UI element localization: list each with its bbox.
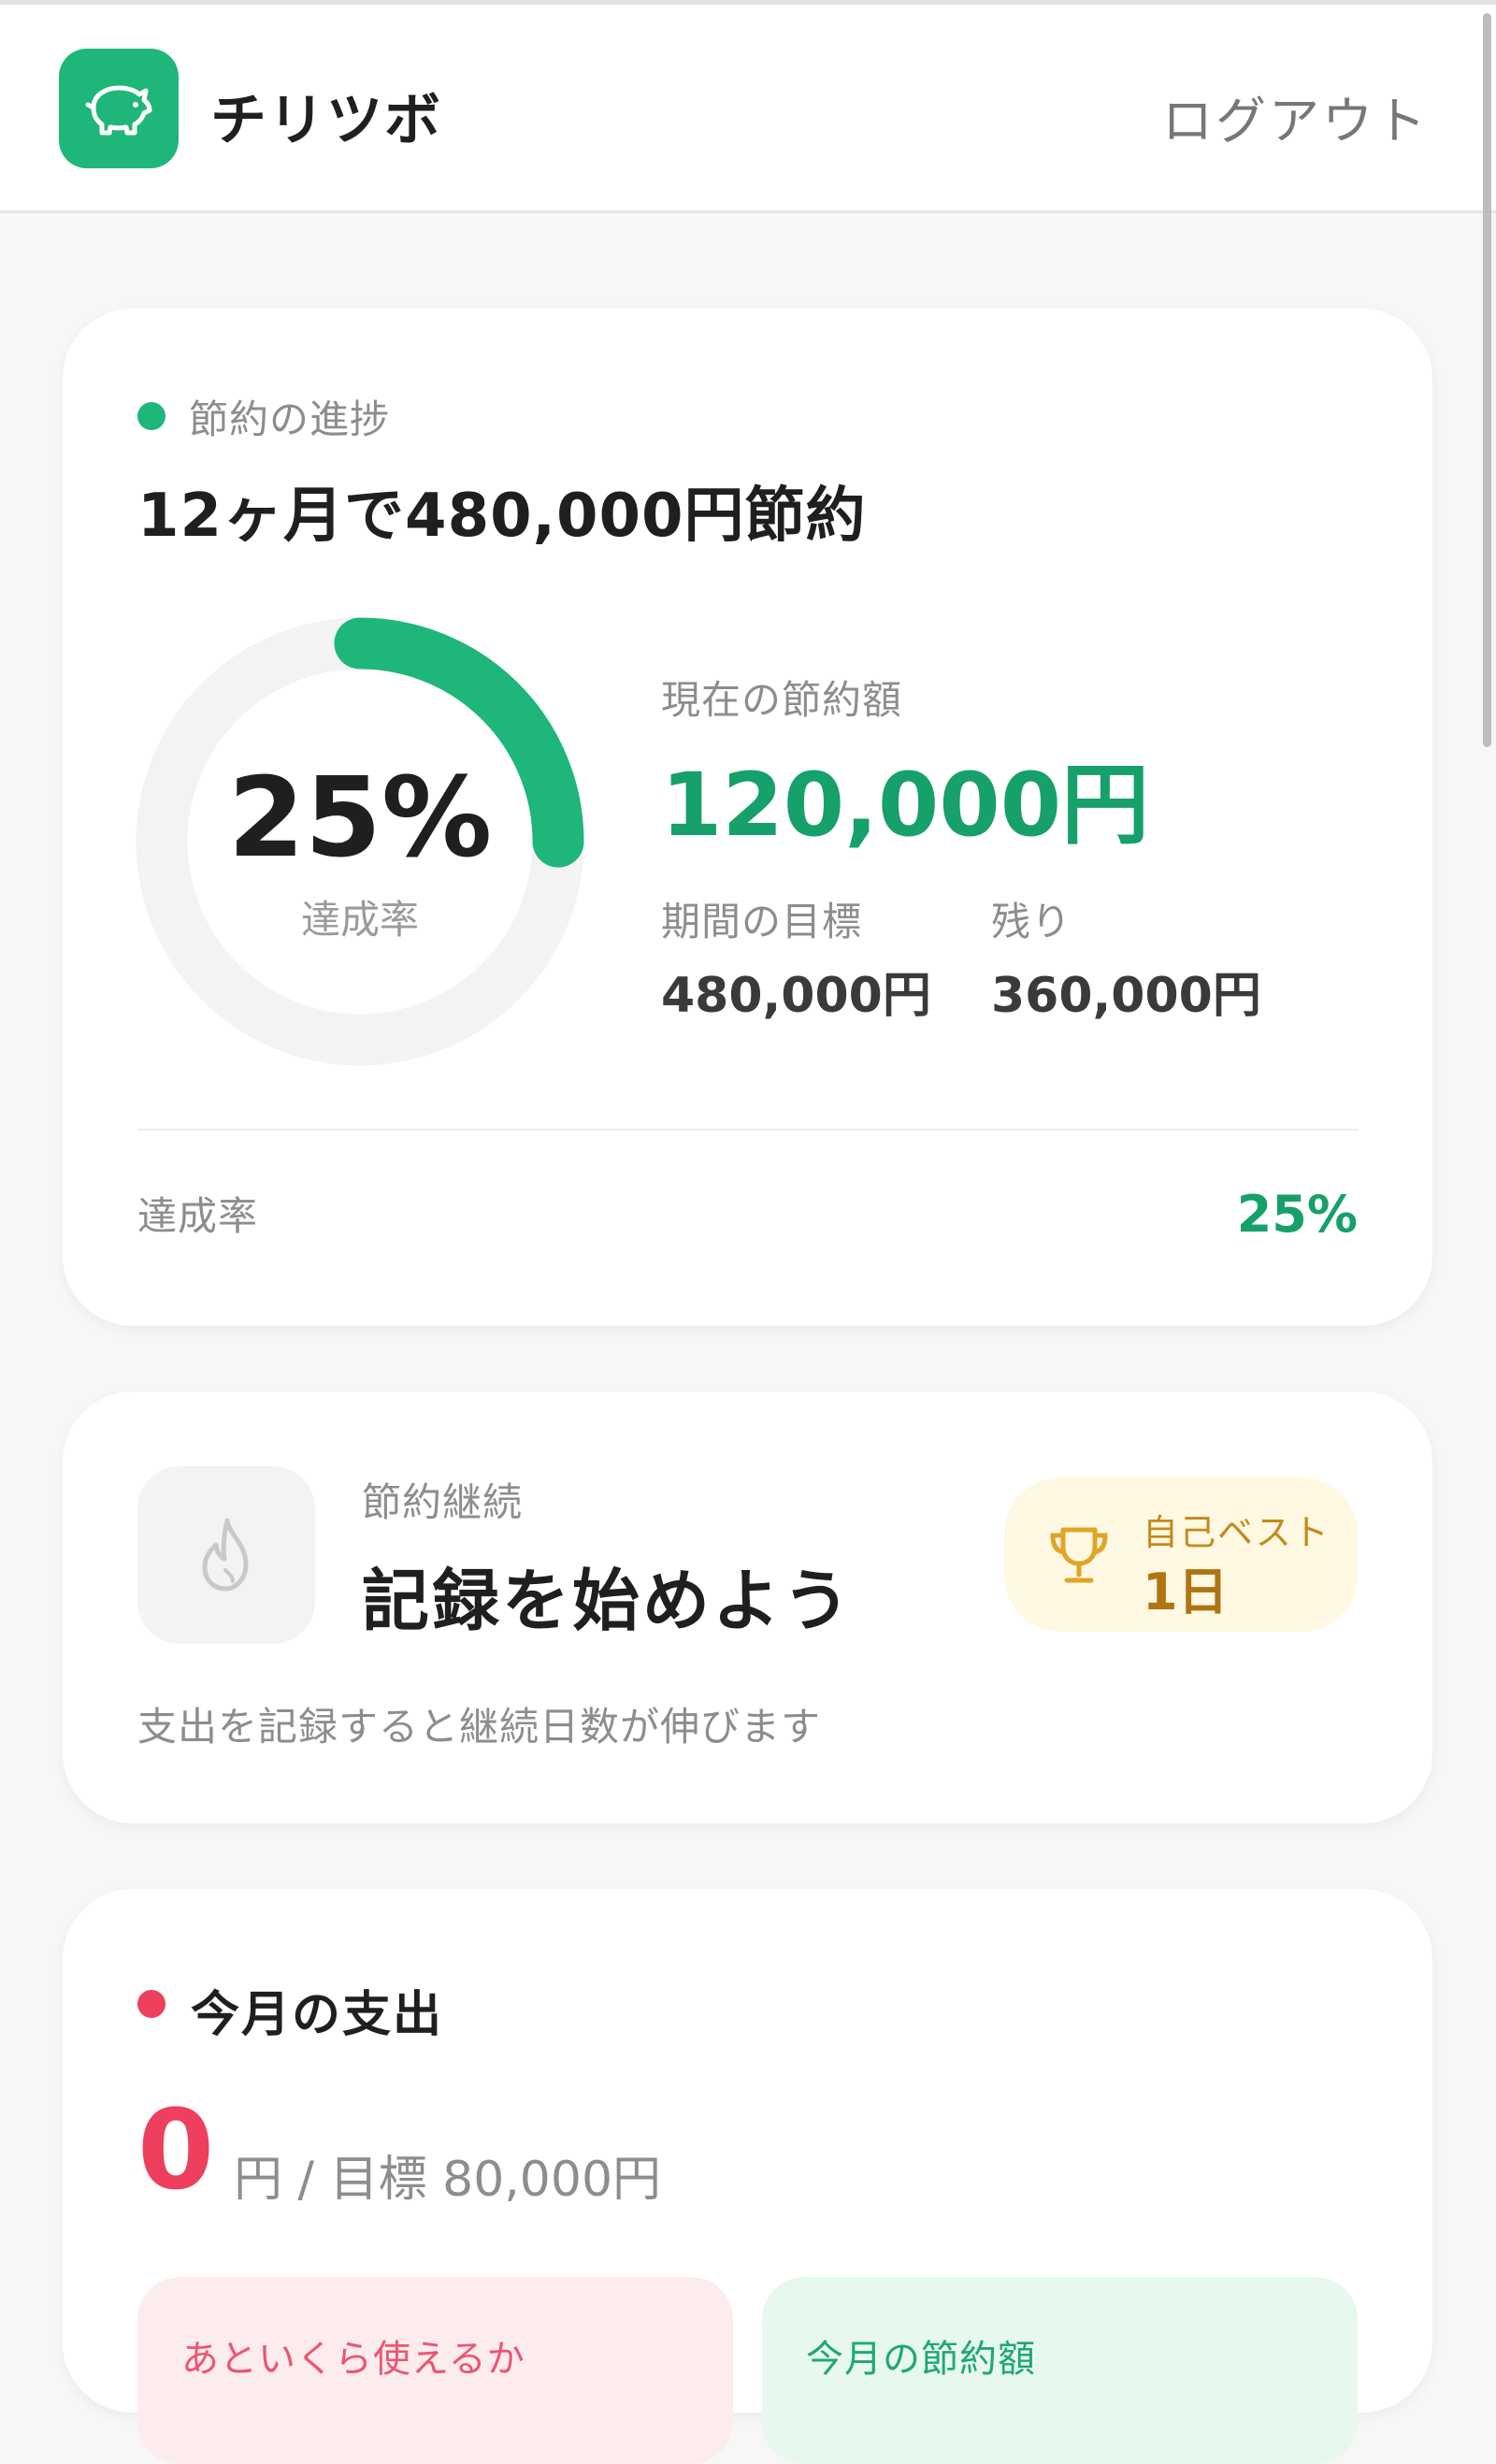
progress-status-dot bbox=[137, 402, 165, 430]
monthly-spending-card: 今月の支出 0 円 / 目標 80,000円 あといくら使えるか 今月の節約額 bbox=[63, 1889, 1432, 2464]
logout-button[interactable]: ログアウト bbox=[1162, 79, 1429, 153]
savings-goal-title: 12ヶ月で480,000円節約 bbox=[137, 482, 867, 551]
scrollbar[interactable] bbox=[1483, 13, 1491, 747]
streak-description: 支出を記録すると継続日数が伸びます bbox=[137, 1704, 822, 1750]
app-header: チリツボ ログアウト bbox=[0, 5, 1496, 213]
progress-ring: 25% 達成率 bbox=[136, 617, 584, 1066]
savings-streak-card: 節約継続 記録を始めよう 自己ベスト 1日 支出を記録すると継続日数が伸びます bbox=[63, 1391, 1432, 1823]
period-target-label: 期間の目標 bbox=[661, 899, 863, 944]
monthly-spending-value: 0 bbox=[137, 2085, 215, 2214]
card-divider bbox=[137, 1129, 1358, 1131]
remaining-value: 360,000円 bbox=[991, 968, 1261, 1024]
streak-label: 節約継続 bbox=[362, 1479, 524, 1525]
monthly-savings-label: 今月の節約額 bbox=[806, 2338, 1036, 2381]
remaining-budget-tile[interactable]: あといくら使えるか bbox=[137, 2277, 733, 2464]
current-savings-value: 120,000円 bbox=[661, 755, 1150, 857]
footer-rate-label: 達成率 bbox=[137, 1193, 259, 1239]
trophy-icon bbox=[1050, 1527, 1108, 1583]
progress-section-label: 節約の進捗 bbox=[189, 396, 391, 442]
personal-best-label: 自己ベスト bbox=[1143, 1512, 1331, 1553]
monthly-savings-tile[interactable]: 今月の節約額 bbox=[762, 2277, 1358, 2464]
streak-title: 記録を始めよう bbox=[362, 1562, 854, 1640]
personal-best-value: 1日 bbox=[1143, 1563, 1229, 1621]
remaining-budget-label: あといくら使えるか bbox=[181, 2338, 525, 2381]
monthly-spending-title: 今月の支出 bbox=[191, 1987, 444, 2043]
personal-best-badge: 自己ベスト 1日 bbox=[1004, 1477, 1358, 1632]
progress-percent-caption: 達成率 bbox=[300, 897, 419, 943]
piggy-bank-icon[interactable] bbox=[59, 49, 179, 168]
current-savings-label: 現在の節約額 bbox=[661, 677, 903, 723]
remaining-label: 残り bbox=[991, 899, 1072, 944]
progress-percent: 25% bbox=[227, 753, 493, 882]
flame-icon bbox=[137, 1466, 315, 1644]
footer-rate-value: 25% bbox=[1236, 1185, 1358, 1244]
app-title: チリツボ bbox=[210, 88, 442, 153]
period-target-value: 480,000円 bbox=[661, 968, 931, 1024]
savings-progress-card: 節約の進捗 12ヶ月で480,000円節約 25% 達成率 現在の節約額 120… bbox=[63, 309, 1432, 1326]
monthly-spending-target: 円 / 目標 80,000円 bbox=[234, 2152, 662, 2208]
spending-status-dot bbox=[137, 1990, 165, 2018]
